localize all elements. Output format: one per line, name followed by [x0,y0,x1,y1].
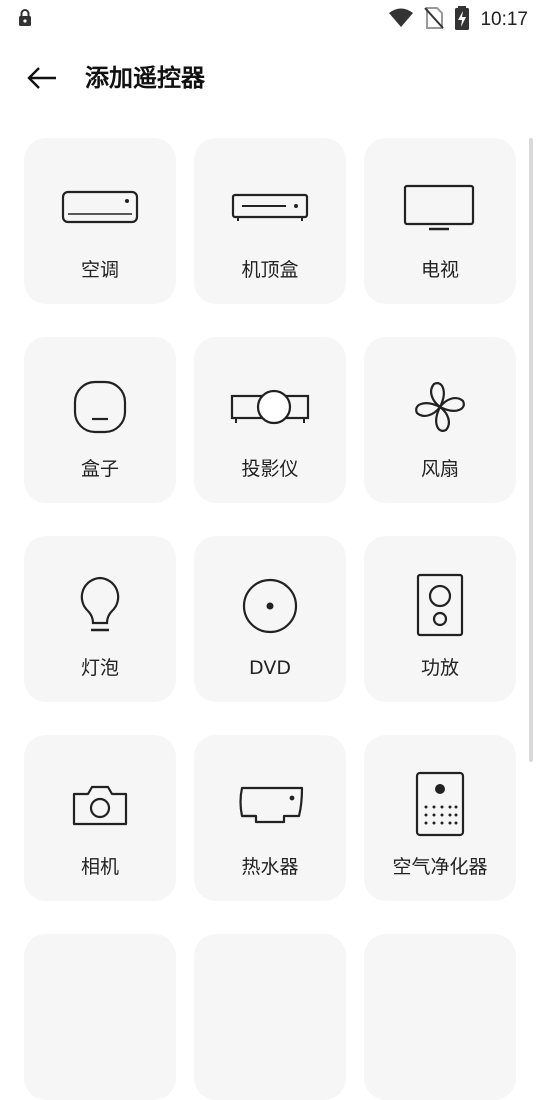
arrow-left-icon [27,67,56,89]
camera-icon [72,785,128,826]
device-label: 空调 [80,259,119,281]
page-title: 添加遥控器 [85,64,205,92]
scrollbar[interactable] [529,138,533,762]
device-tile-water-heater[interactable]: 热水器 [194,735,346,901]
device-tile-air-conditioner[interactable]: 空调 [24,138,176,304]
wifi-icon [388,8,414,32]
battery-charging-icon [454,6,470,34]
device-label: 风扇 [420,458,459,480]
device-label: 机顶盒 [241,259,299,281]
device-tile-light-bulb[interactable]: 灯泡 [24,536,176,702]
device-tile-dvd[interactable]: DVD [194,536,346,702]
amplifier-icon [416,573,464,637]
back-button[interactable] [24,62,60,94]
device-tile-tv[interactable]: 电视 [364,138,516,304]
device-tile-partial[interactable] [24,934,176,1100]
projector-icon [230,389,310,425]
device-tile-projector[interactable]: 投影仪 [194,337,346,503]
device-tile-amplifier[interactable]: 功放 [364,536,516,702]
no-sim-icon [424,7,445,33]
dvd-icon [242,578,298,634]
device-tile-camera[interactable]: 相机 [24,735,176,901]
tv-icon [403,184,475,231]
device-label: 盒子 [80,458,119,480]
device-tile-set-top-box[interactable]: 机顶盒 [194,138,346,304]
light-bulb-icon [80,576,120,632]
set-top-box-icon [231,193,309,221]
air-purifier-icon [415,771,465,837]
device-tile-partial[interactable] [364,934,516,1100]
fan-icon [415,382,465,432]
app-header: 添加遥控器 [0,48,540,108]
air-conditioner-icon [61,190,139,224]
device-label: 灯泡 [80,657,119,679]
device-label: 功放 [420,657,459,679]
device-label: 相机 [80,856,119,878]
box-icon [73,380,127,434]
device-tile-partial[interactable] [194,934,346,1100]
status-bar: 10:17 [0,0,540,38]
device-label: 热水器 [241,856,299,878]
device-label: 投影仪 [241,458,299,480]
status-time: 10:17 [480,9,528,30]
water-heater-icon [239,786,304,824]
device-tile-air-purifier[interactable]: 空气净化器 [364,735,516,901]
lock-icon [18,9,32,31]
device-label: 空气净化器 [392,856,488,878]
device-label: 电视 [420,259,459,281]
device-tile-box[interactable]: 盒子 [24,337,176,503]
device-tile-fan[interactable]: 风扇 [364,337,516,503]
device-label: DVD [249,657,291,679]
